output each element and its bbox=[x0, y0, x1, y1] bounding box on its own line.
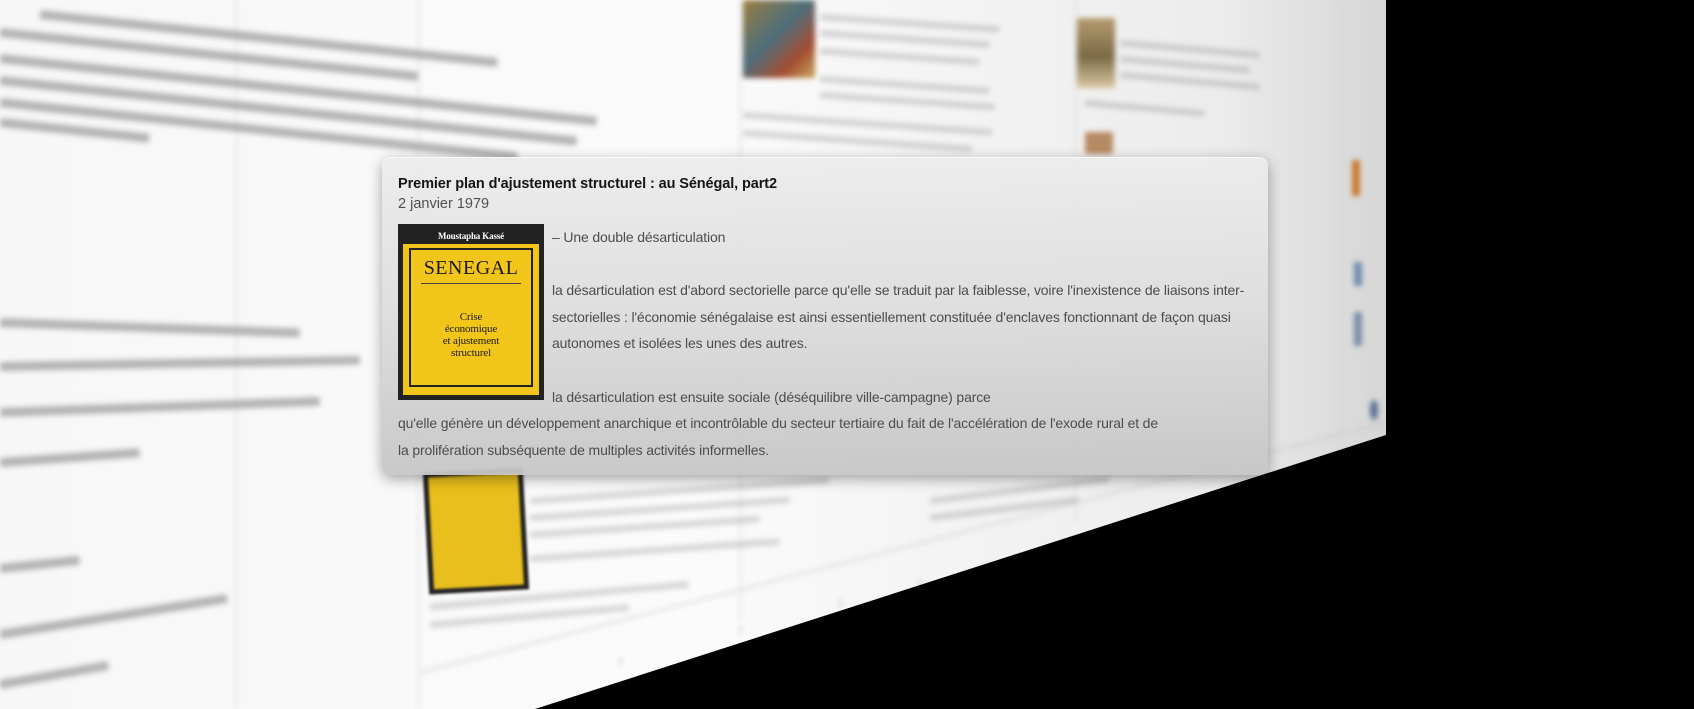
book-subtitle-line: économique bbox=[444, 323, 498, 335]
blurred-text-line bbox=[819, 14, 1000, 33]
event-title: Premier plan d'ajustement structurel : a… bbox=[398, 176, 777, 192]
timeline-tick bbox=[1085, 536, 1086, 543]
thumbnail-image bbox=[1077, 18, 1115, 88]
timeline-tick bbox=[985, 562, 986, 569]
timeline-column-divider bbox=[1340, 0, 1341, 450]
event-date: 2 janvier 1979 bbox=[398, 196, 490, 212]
background-book-cover bbox=[422, 467, 530, 595]
timeline-tick bbox=[1125, 526, 1126, 533]
event-description: Moustapha Kassé SENEGAL Crise économique… bbox=[398, 224, 1252, 463]
blurred-text-line bbox=[0, 555, 81, 573]
timeline-tick bbox=[1040, 548, 1041, 555]
description-paragraph-line: la prolifération subséquente de multiple… bbox=[398, 441, 769, 458]
blurred-text-line bbox=[0, 118, 150, 143]
blurred-text-line bbox=[0, 396, 320, 417]
timeline-tick bbox=[1190, 509, 1191, 516]
thumbnail-image bbox=[1352, 160, 1360, 196]
blurred-text-line bbox=[819, 48, 980, 66]
timeline-tick bbox=[620, 658, 621, 665]
thumbnail-image bbox=[1370, 400, 1378, 420]
blurred-text-line bbox=[0, 448, 140, 467]
book-subtitle: Crise économique et ajustement structure… bbox=[403, 311, 539, 359]
blurred-text-line bbox=[1119, 56, 1250, 74]
thumbnail-image bbox=[743, 0, 815, 78]
blurred-text-line bbox=[529, 515, 760, 538]
book-subtitle-line: structurel bbox=[450, 347, 492, 359]
book-author: Moustapha Kassé bbox=[403, 229, 539, 244]
thumbnail-image bbox=[1354, 262, 1362, 286]
blurred-text-line bbox=[819, 76, 990, 94]
book-cover-image[interactable]: Moustapha Kassé SENEGAL Crise économique… bbox=[398, 224, 544, 400]
book-title-rule bbox=[421, 283, 521, 284]
blurred-text-line bbox=[0, 355, 361, 371]
description-paragraph-line: qu'elle génère un développement anarchiq… bbox=[398, 415, 1158, 432]
event-detail-card[interactable]: Premier plan d'ajustement structurel : a… bbox=[382, 157, 1268, 475]
timeline-tick bbox=[840, 600, 841, 607]
book-title: SENEGAL bbox=[423, 257, 519, 279]
thumbnail-image bbox=[1085, 132, 1113, 154]
blurred-text-line bbox=[1119, 72, 1260, 91]
blurred-text-line bbox=[0, 318, 300, 338]
blurred-text-line bbox=[819, 30, 990, 48]
book-subtitle-line: et ajustement bbox=[442, 335, 500, 347]
blurred-text-line bbox=[1119, 40, 1260, 59]
timeline-tick bbox=[920, 580, 921, 587]
blurred-text-line bbox=[529, 538, 780, 562]
blurred-text-line bbox=[819, 92, 995, 111]
thumbnail-image bbox=[1354, 312, 1362, 346]
blurred-text-line bbox=[0, 660, 110, 689]
book-cover-face: Moustapha Kassé SENEGAL Crise économique… bbox=[403, 229, 539, 395]
blurred-text-line bbox=[0, 594, 228, 639]
timeline-tick bbox=[740, 626, 741, 633]
blurred-text-line bbox=[1084, 100, 1205, 117]
book-subtitle-line: Crise bbox=[459, 311, 483, 323]
blurred-text-line bbox=[742, 130, 973, 153]
timeline-tick bbox=[1160, 517, 1161, 524]
